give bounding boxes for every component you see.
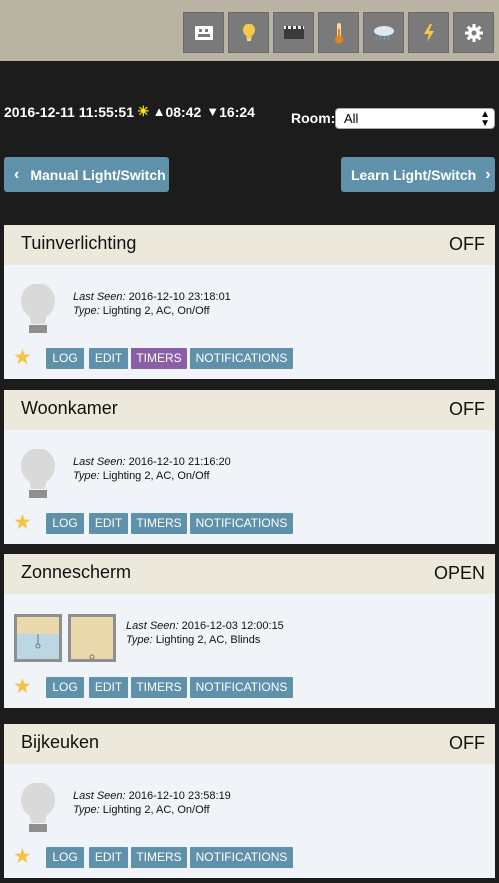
gear-icon [464,23,483,42]
sunrise-icon: ▲ [152,104,166,119]
nav-settings-button[interactable] [453,12,494,53]
notifications-button[interactable]: NOTIFICATIONS [190,513,293,534]
device-card-header: Zonnescherm OPEN [4,554,495,594]
sunset-icon: ▼ [206,104,220,119]
thermometer-icon [334,22,343,43]
lightbulb-off-icon[interactable] [21,783,55,832]
scenes-icon [283,26,304,39]
datetime: 2016-12-11 11:55:51 [4,103,134,120]
weather-icon [373,25,394,40]
chevron-right-icon: › [485,165,491,183]
nav-lights-button[interactable] [228,12,269,53]
favorite-star-icon[interactable]: ★ [13,676,32,697]
type-value: Lighting 2, AC, On/Off [102,470,210,482]
device-card-body: Last Seen: 2016-12-03 12:00:15 Type: Lig… [4,594,495,708]
device-state[interactable]: OFF [449,234,485,255]
last-seen-value: 2016-12-10 23:18:01 [128,291,231,303]
last-seen-label: Last Seen: [73,291,126,303]
notifications-button[interactable]: NOTIFICATIONS [190,847,293,868]
log-button[interactable]: LOG [46,847,84,868]
last-seen-value: 2016-12-10 21:16:20 [128,456,231,468]
edit-button[interactable]: EDIT [89,677,128,698]
device-card: Bijkeuken OFF Last Seen: 2016-12-10 23:5… [4,724,495,878]
type-label: Type: [126,634,153,646]
timers-button[interactable]: TIMERS [131,348,187,369]
nav-temperature-button[interactable] [318,12,359,53]
log-button[interactable]: LOG [46,513,84,534]
device-card-body: Last Seen: 2016-12-10 23:18:01 Type: Lig… [4,265,495,379]
device-card: Woonkamer OFF Last Seen: 2016-12-10 21:1… [4,390,495,544]
time-sun-status: 2016-12-11 11:55:51 ☀ ▲ 08:42 ▼ 16:24 [4,103,255,120]
device-state[interactable]: OFF [449,399,485,420]
room-select-value: All [344,111,359,126]
last-seen-label: Last Seen: [73,790,126,802]
notifications-button[interactable]: NOTIFICATIONS [190,348,293,369]
type-label: Type: [73,305,100,317]
device-state[interactable]: OPEN [434,563,485,584]
timers-button[interactable]: TIMERS [131,677,187,698]
edit-button[interactable]: EDIT [89,513,128,534]
last-seen-value: 2016-12-10 23:58:19 [128,790,231,802]
edit-button[interactable]: EDIT [89,847,128,868]
device-card: Zonnescherm OPEN Last Seen: 2016-12-03 1… [4,554,495,708]
select-arrows-icon: ▲ ▼ [480,109,490,129]
blinds-icon[interactable] [14,614,116,662]
device-name: Zonnescherm [21,562,132,582]
type-label: Type: [73,804,100,816]
learn-light-switch-label: Learn Light/Switch [351,166,477,183]
device-card-header: Woonkamer OFF [4,390,495,430]
nav-utility-button[interactable] [408,12,449,53]
sunrise-time: 08:42 [165,103,202,120]
top-nav-bar [0,0,499,61]
manual-light-switch-button[interactable]: ‹ Manual Light/Switch [4,157,169,192]
device-info: Last Seen: 2016-12-10 23:58:19 Type: Lig… [73,789,231,817]
learn-light-switch-button[interactable]: Learn Light/Switch › [341,157,495,192]
room-select[interactable]: All ▲ ▼ [335,108,495,129]
timers-button[interactable]: TIMERS [131,847,187,868]
device-info: Last Seen: 2016-12-03 12:00:15 Type: Lig… [126,619,284,647]
nav-weather-button[interactable] [363,12,404,53]
device-state[interactable]: OFF [449,733,485,754]
favorite-star-icon[interactable]: ★ [13,512,32,533]
type-value: Lighting 2, AC, On/Off [102,804,210,816]
type-value: Lighting 2, AC, Blinds [155,634,261,646]
device-name: Bijkeuken [21,732,100,752]
device-card-header: Bijkeuken OFF [4,724,495,764]
type-label: Type: [73,470,100,482]
sunset-time: 16:24 [219,103,255,120]
device-card-body: Last Seen: 2016-12-10 21:16:20 Type: Lig… [4,430,495,544]
notifications-button[interactable]: NOTIFICATIONS [190,677,293,698]
log-button[interactable]: LOG [46,348,84,369]
lightning-icon [423,23,434,42]
last-seen-label: Last Seen: [126,620,179,632]
device-name: Tuinverlichting [21,233,137,253]
lightbulb-off-icon[interactable] [21,284,55,333]
log-button[interactable]: LOG [46,677,84,698]
favorite-star-icon[interactable]: ★ [13,347,32,368]
device-card-body: Last Seen: 2016-12-10 23:58:19 Type: Lig… [4,764,495,878]
lightbulb-icon [242,24,255,41]
device-info: Last Seen: 2016-12-10 21:16:20 Type: Lig… [73,455,231,483]
edit-button[interactable]: EDIT [89,348,128,369]
dashboard-icon [194,25,213,40]
nav-scenes-button[interactable] [273,12,314,53]
timers-button[interactable]: TIMERS [131,513,187,534]
nav-dashboard-button[interactable] [183,12,224,53]
type-value: Lighting 2, AC, On/Off [102,305,210,317]
device-card-header: Tuinverlichting OFF [4,225,495,265]
last-seen-value: 2016-12-03 12:00:15 [181,620,284,632]
favorite-star-icon[interactable]: ★ [13,846,32,867]
sun-icon: ☀ [137,103,150,119]
room-label: Room: [291,110,336,126]
device-info: Last Seen: 2016-12-10 23:18:01 Type: Lig… [73,290,231,318]
lightbulb-off-icon[interactable] [21,449,55,498]
chevron-left-icon: ‹ [14,165,20,183]
last-seen-label: Last Seen: [73,456,126,468]
device-name: Woonkamer [21,398,118,418]
device-card: Tuinverlichting OFF Last Seen: 2016-12-1… [4,225,495,379]
manual-light-switch-label: Manual Light/Switch [30,166,166,183]
